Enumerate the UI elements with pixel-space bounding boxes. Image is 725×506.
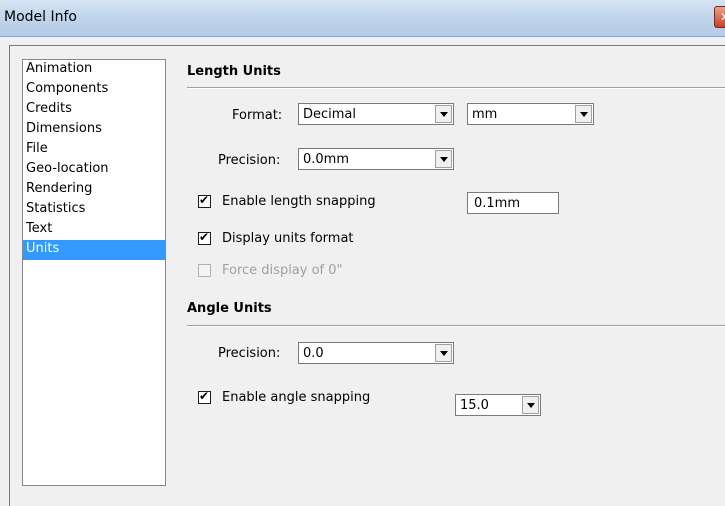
nav-item-rendering[interactable]: Rendering (23, 180, 165, 200)
enable-length-snapping-label[interactable]: Enable length snapping (222, 194, 376, 209)
angle-precision-label: Precision: (218, 346, 281, 361)
nav-item-statistics[interactable]: Statistics (23, 200, 165, 220)
length-precision-value: 0.0mm (303, 152, 350, 167)
enable-angle-snapping-checkbox[interactable] (198, 389, 211, 404)
nav-item-text[interactable]: Text (23, 220, 165, 240)
length-snapping-value: 0.1mm (474, 196, 521, 211)
chevron-down-icon[interactable] (522, 396, 539, 414)
nav-item-geo-location[interactable]: Geo-location (23, 160, 165, 180)
angle-precision-dropdown[interactable]: 0.0 (298, 342, 454, 364)
chevron-down-icon[interactable] (435, 105, 452, 123)
enable-length-snapping-checkbox[interactable] (198, 193, 211, 208)
nav-item-file[interactable]: File (23, 140, 165, 160)
length-precision-label: Precision: (218, 153, 281, 168)
unit-value: mm (472, 107, 498, 122)
unit-dropdown[interactable]: mm (467, 103, 594, 125)
display-units-format-checkbox[interactable] (198, 230, 211, 245)
angle-snapping-value: 15.0 (460, 398, 489, 413)
angle-units-divider (187, 325, 725, 327)
angle-precision-value: 0.0 (303, 346, 324, 361)
enable-angle-snapping-label[interactable]: Enable angle snapping (222, 390, 370, 405)
length-units-heading: Length Units (187, 64, 281, 79)
format-label: Format: (232, 108, 283, 123)
category-list[interactable]: Animation Components Credits Dimensions … (22, 59, 166, 486)
window-title: Model Info (4, 9, 77, 25)
force-display-zero-checkbox (198, 264, 211, 277)
nav-item-units[interactable]: Units (23, 240, 165, 260)
title-bar: Model Info ✕ (0, 0, 725, 37)
chevron-down-icon[interactable] (435, 344, 452, 362)
angle-units-heading: Angle Units (187, 301, 272, 316)
nav-item-animation[interactable]: Animation (23, 60, 165, 80)
angle-snapping-dropdown[interactable]: 15.0 (455, 394, 541, 416)
chevron-down-icon[interactable] (435, 150, 452, 168)
nav-item-components[interactable]: Components (23, 80, 165, 100)
chevron-down-icon[interactable] (575, 105, 592, 123)
nav-item-dimensions[interactable]: Dimensions (23, 120, 165, 140)
force-display-zero-label: Force display of 0" (222, 263, 343, 278)
display-units-format-label[interactable]: Display units format (222, 231, 354, 246)
format-value: Decimal (303, 107, 357, 122)
length-precision-dropdown[interactable]: 0.0mm (298, 148, 454, 170)
close-button[interactable]: ✕ (714, 6, 725, 28)
length-snapping-input[interactable]: 0.1mm (467, 192, 559, 214)
format-dropdown[interactable]: Decimal (298, 103, 454, 125)
length-units-divider (187, 87, 725, 89)
nav-item-credits[interactable]: Credits (23, 100, 165, 120)
